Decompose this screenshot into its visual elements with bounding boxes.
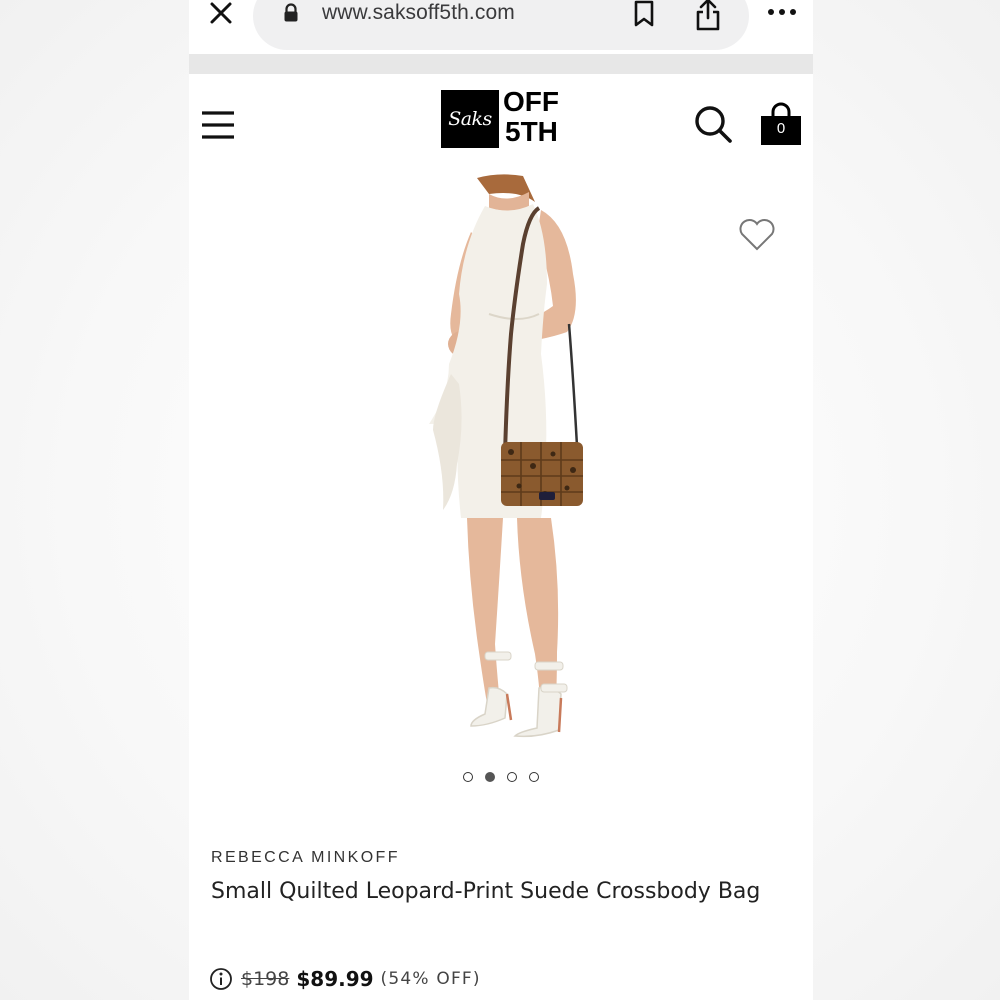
carousel-dot[interactable]	[507, 772, 517, 782]
logo-mark: Saks	[441, 90, 499, 148]
sale-price: $89.99	[296, 967, 374, 991]
product-photo-model	[429, 174, 583, 738]
site-header: Saks OFF 5TH 0	[189, 74, 813, 174]
image-carousel-dots	[189, 772, 813, 786]
carousel-dot[interactable]	[463, 772, 473, 782]
logo-off-text: OFF	[503, 86, 559, 117]
info-icon[interactable]	[209, 967, 233, 991]
discount-label: (54% OFF)	[380, 969, 481, 989]
url-text: www.saksoff5th.com	[322, 1, 515, 24]
shopping-bag-button[interactable]: 0	[759, 102, 803, 146]
phone-screen: www.saksoff5th.com Saks OFF 5TH 0 REBECC…	[189, 0, 813, 1000]
logo-script-text: Saks	[448, 108, 492, 130]
browser-toolbar: www.saksoff5th.com	[189, 0, 813, 54]
original-price: $198	[241, 968, 290, 990]
carousel-dot[interactable]	[485, 772, 495, 782]
saks-off5th-logo[interactable]: Saks OFF 5TH	[441, 86, 565, 150]
toolbar-divider	[189, 54, 813, 74]
carousel-dot[interactable]	[529, 772, 539, 782]
logo-5th-text: 5TH	[505, 116, 558, 147]
bag-count-badge: 0	[776, 120, 786, 137]
product-brand[interactable]: REBECCA MINKOFF	[211, 849, 400, 867]
product-title: Small Quilted Leopard-Print Suede Crossb…	[211, 879, 761, 904]
price-row: $198 $89.99 (54% OFF)	[209, 964, 481, 994]
share-icon[interactable]	[693, 0, 723, 32]
lock-icon	[284, 3, 298, 22]
bookmark-icon[interactable]	[631, 0, 657, 28]
hamburger-menu-icon[interactable]	[201, 110, 235, 140]
search-icon[interactable]	[693, 104, 733, 144]
more-options-icon[interactable]	[764, 4, 800, 20]
close-icon	[210, 2, 232, 24]
close-button[interactable]	[205, 0, 237, 26]
product-image[interactable]	[189, 174, 813, 754]
heart-icon[interactable]	[737, 214, 777, 254]
